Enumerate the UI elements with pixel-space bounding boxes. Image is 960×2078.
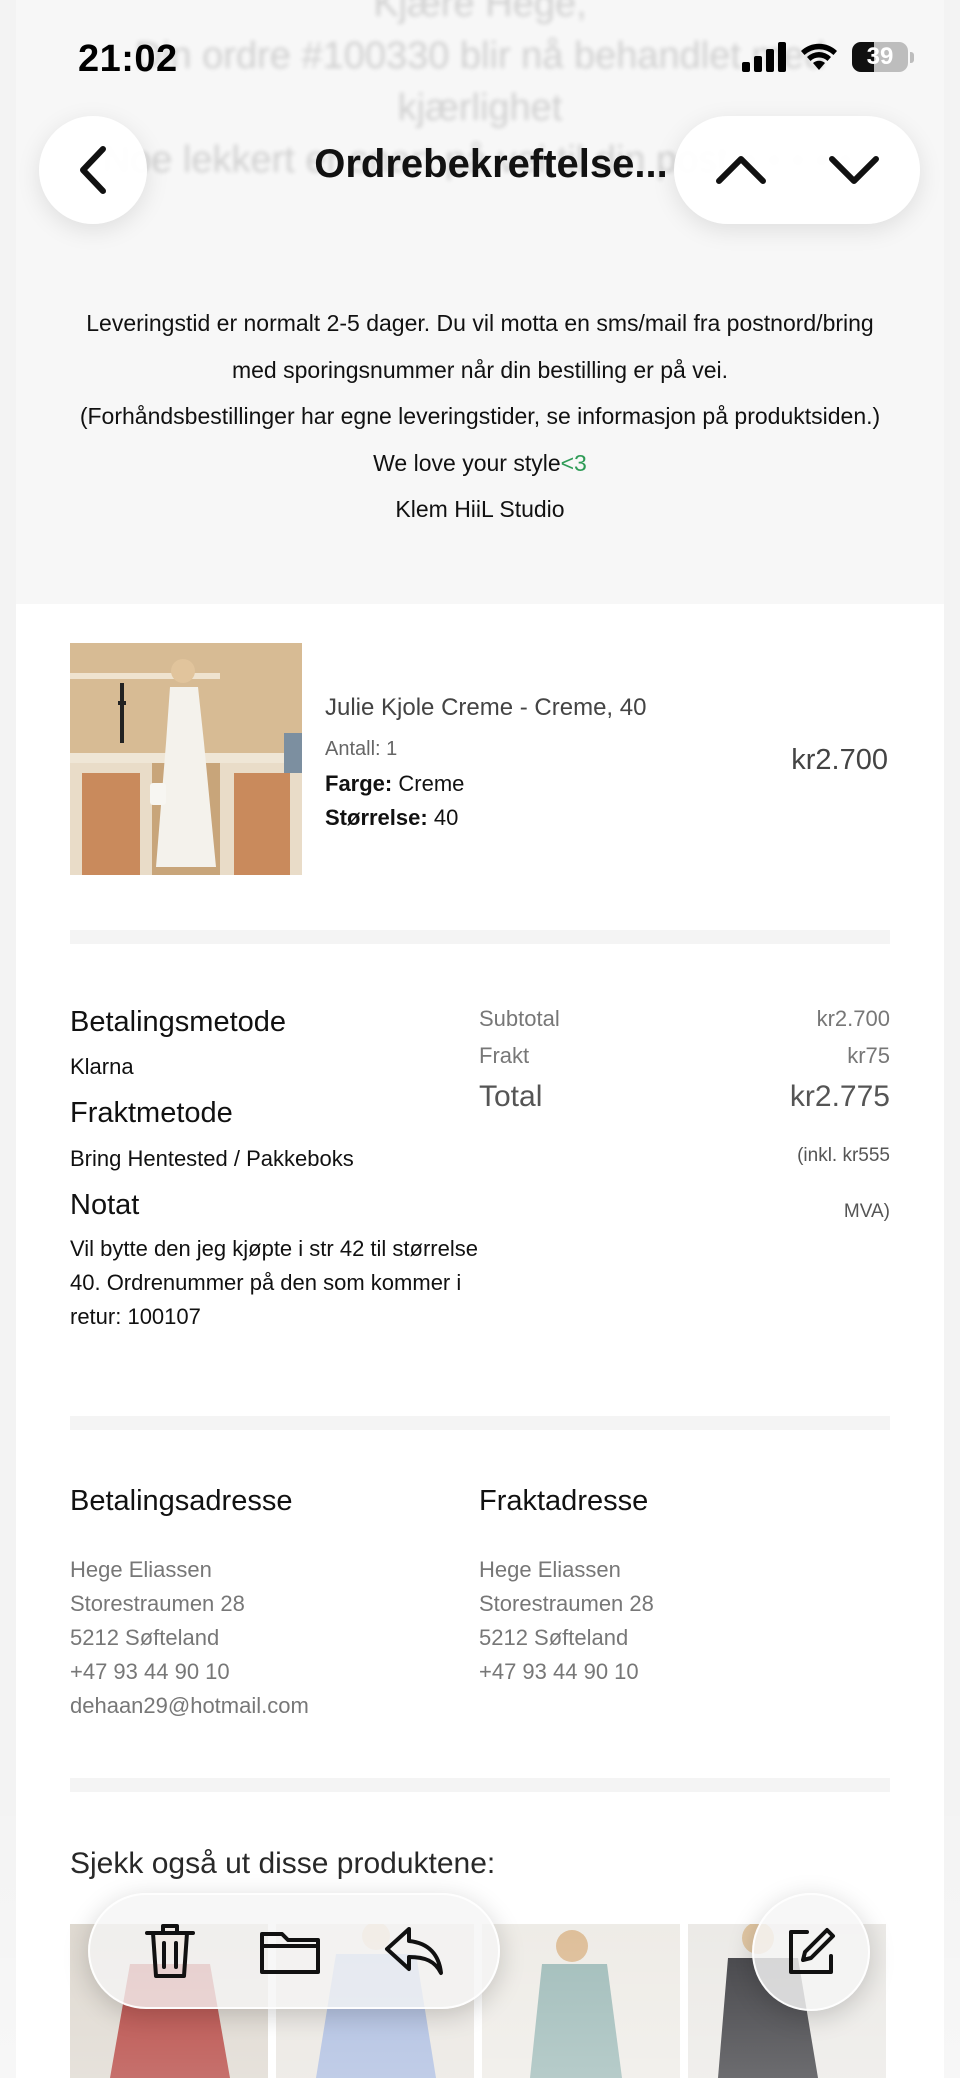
divider <box>70 930 890 944</box>
shipping-city: 5212 Søfteland <box>479 1625 629 1650</box>
shipping-method-value: Bring Hentested / Pakkeboks <box>70 1146 354 1171</box>
cellular-signal-icon <box>742 42 786 72</box>
folder-icon <box>259 1932 320 1974</box>
back-button[interactable] <box>39 116 147 224</box>
chevron-down-icon <box>828 156 879 184</box>
shipping-address: Hege Eliassen Storestraumen 28 5212 Søft… <box>479 1553 654 1689</box>
battery-percent: 39 <box>866 43 894 70</box>
total-value: kr2.775 <box>789 1080 890 1113</box>
move-to-folder-button[interactable] <box>258 1926 322 1976</box>
billing-phone[interactable]: +47 93 44 90 10 <box>70 1655 309 1689</box>
vat-text: (inkl. kr555 MVA) <box>797 1145 890 1222</box>
subtotal-label: Subtotal <box>479 1006 560 1031</box>
product-price: kr2.700 <box>791 744 888 776</box>
battery-icon: 39 <box>852 42 908 72</box>
billing-email[interactable]: dehaan29@hotmail.com <box>70 1689 309 1723</box>
wifi-icon <box>801 43 837 70</box>
product-image[interactable] <box>70 643 302 875</box>
compose-button[interactable] <box>752 1893 870 2011</box>
trash-icon <box>144 1924 195 1978</box>
shipping-method-heading: Fraktmetode <box>70 1097 233 1129</box>
compose-icon <box>789 1928 835 1974</box>
battery-tip <box>910 51 914 63</box>
divider <box>70 1778 890 1792</box>
product-quantity: Antall: 1 <box>325 738 398 760</box>
total-label: Total <box>479 1080 543 1113</box>
mail-toolbar <box>88 1893 500 2009</box>
intro-message: Leveringstid er normalt 2-5 dager. Du vi… <box>16 300 944 533</box>
intro-line-style: We love your style<3 <box>373 449 587 476</box>
status-time: 21:02 <box>78 38 178 80</box>
next-message-button[interactable] <box>828 153 880 187</box>
intro-signoff: Klem HiiL Studio <box>395 496 565 522</box>
shipping-phone[interactable]: +47 93 44 90 10 <box>479 1655 654 1689</box>
reply-button[interactable] <box>383 1925 445 1977</box>
shipping-cost-value: kr75 <box>847 1043 890 1068</box>
previous-message-button[interactable] <box>715 153 767 187</box>
greeting-text: Kjære Hege, <box>373 0 587 25</box>
shipping-name: Hege Eliassen <box>479 1557 621 1582</box>
chevron-left-icon <box>80 146 106 194</box>
product-name[interactable]: Julie Kjole Creme - Creme, 40 <box>325 694 646 722</box>
shipping-cost-label: Frakt <box>479 1043 530 1068</box>
billing-address-heading: Betalingsadresse <box>70 1485 293 1517</box>
shipping-address-heading: Fraktadresse <box>479 1485 649 1517</box>
reply-icon <box>385 1927 444 1975</box>
delete-button[interactable] <box>143 1921 197 1981</box>
heart-text: <3 <box>560 449 587 476</box>
divider <box>70 1416 890 1430</box>
subtotal-value: kr2.700 <box>816 1006 890 1031</box>
product-color: Farge: Creme <box>325 771 465 796</box>
note-text: Vil bytte den jeg kjøpte i str 42 til st… <box>70 1236 478 1329</box>
billing-address: Hege Eliassen Storestraumen 28 5212 Søft… <box>70 1553 309 1723</box>
shipping-street: Storestraumen 28 <box>479 1591 654 1616</box>
payment-method-value: Klarna <box>70 1054 134 1079</box>
note-heading: Notat <box>70 1189 140 1221</box>
billing-name: Hege Eliassen <box>70 1557 212 1582</box>
payment-method-heading: Betalingsmetode <box>70 1006 287 1038</box>
billing-street: Storestraumen 28 <box>70 1591 245 1616</box>
recommendations-title: Sjekk også ut disse produktene: <box>70 1847 496 1880</box>
message-navigation <box>674 116 920 224</box>
intro-line-delivery: Leveringstid er normalt 2-5 dager. Du vi… <box>86 310 874 336</box>
billing-city: 5212 Søfteland <box>70 1625 220 1650</box>
status-icons: 39 <box>742 42 914 72</box>
intro-line-tracking: med sporingsnummer når din bestilling er… <box>231 356 729 383</box>
intro-line-preorder: (Forhåndsbestillinger har egne leverings… <box>79 403 881 429</box>
product-size: Størrelse: 40 <box>325 805 459 830</box>
chevron-up-icon <box>715 156 766 184</box>
recommended-product-image[interactable] <box>482 1924 680 2078</box>
